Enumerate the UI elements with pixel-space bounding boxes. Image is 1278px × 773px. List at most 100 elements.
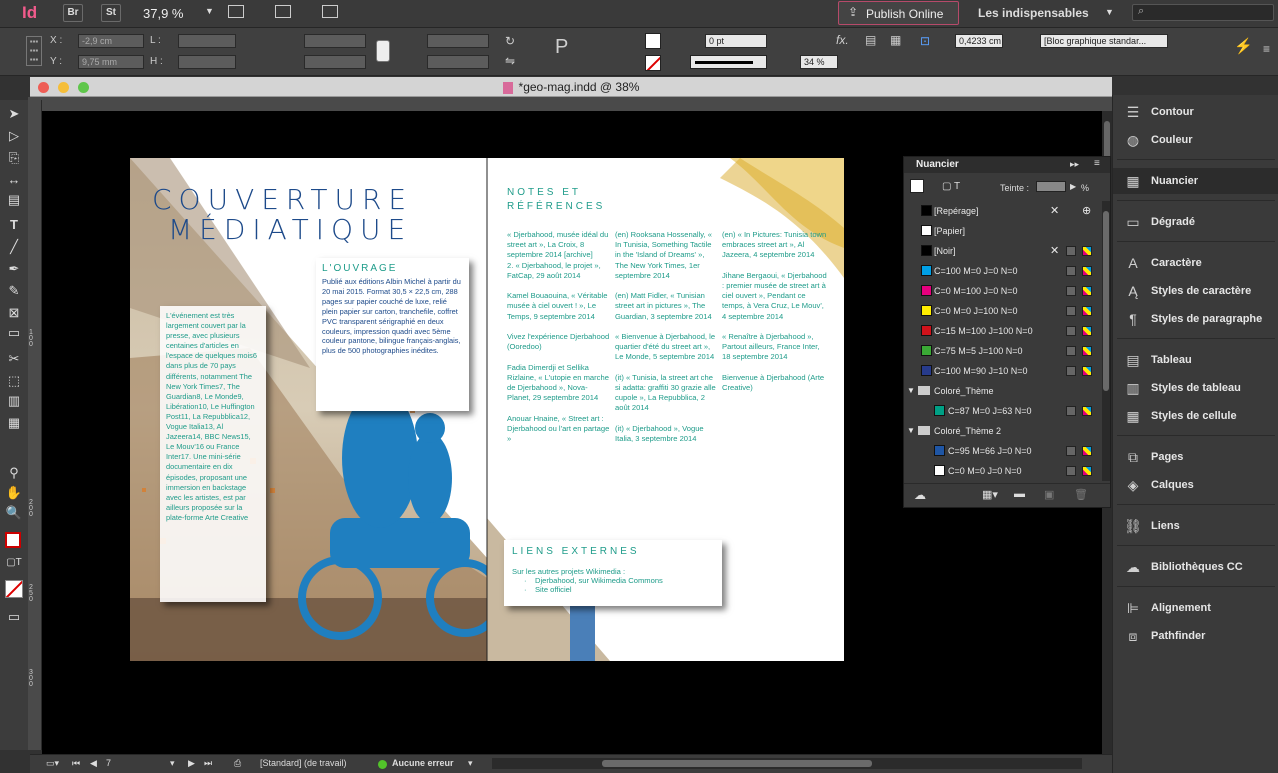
workspace-chevron-icon[interactable]: ▼ bbox=[1105, 7, 1114, 17]
swatch-row[interactable]: C=0 M=0 J=100 N=0 bbox=[904, 301, 1102, 321]
swatch-row[interactable]: C=0 M=100 J=0 N=0 bbox=[904, 281, 1102, 301]
tint-arrow-icon[interactable]: ▶ bbox=[1070, 182, 1076, 191]
page-number-field[interactable]: 7 bbox=[106, 758, 166, 768]
fx-icon[interactable]: fx. bbox=[836, 33, 849, 47]
panel-couleur[interactable]: ◍ Couleur bbox=[1113, 127, 1278, 153]
eyedropper-tool-icon[interactable]: ⚲ bbox=[5, 464, 23, 482]
preview-toggle-icon[interactable]: ▭▾ bbox=[46, 758, 59, 769]
zoom-tool-icon[interactable]: 🔍 bbox=[5, 504, 23, 522]
preflight-profile[interactable]: [Standard] (de travail) bbox=[260, 758, 347, 768]
panel-menu-icon[interactable]: ≡ bbox=[1263, 42, 1270, 56]
view-options-icon[interactable] bbox=[228, 5, 244, 18]
scale-y-field[interactable] bbox=[304, 55, 366, 69]
horizontal-ruler[interactable] bbox=[28, 97, 1112, 111]
stock-button[interactable]: St bbox=[101, 4, 121, 22]
fill-stroke-proxy-icon[interactable] bbox=[5, 532, 21, 548]
panel-degrade[interactable]: ▭ Dégradé bbox=[1113, 209, 1278, 235]
note-tool-icon[interactable]: ▦ bbox=[5, 414, 23, 432]
selection-tool-icon[interactable]: ➤ bbox=[5, 105, 23, 123]
swatch-row[interactable]: C=75 M=5 J=100 N=0 bbox=[904, 341, 1102, 361]
panel-caractere[interactable]: A Caractère bbox=[1113, 250, 1278, 276]
pen-tool-icon[interactable]: ✒ bbox=[5, 260, 23, 278]
panel-nuancier[interactable]: ▦ Nuancier bbox=[1113, 168, 1278, 194]
rectangle-frame-tool-icon[interactable]: ⊠ bbox=[5, 304, 23, 322]
page-tool-icon[interactable]: ⎘ bbox=[5, 149, 23, 167]
text-wrap-icon[interactable]: ▦ bbox=[890, 33, 901, 47]
stroke-type-select[interactable] bbox=[690, 55, 767, 69]
fill-swatch[interactable] bbox=[645, 33, 661, 49]
preflight-status[interactable]: Aucune erreur bbox=[392, 758, 454, 768]
line-tool-icon[interactable]: ╱ bbox=[5, 238, 23, 256]
pencil-tool-icon[interactable]: ✎ bbox=[5, 282, 23, 300]
swatch-group-row[interactable]: ▼ Coloré_Thème 2 bbox=[904, 421, 1102, 441]
show-swatch-kinds-icon[interactable]: ▦▾ bbox=[982, 488, 998, 501]
stroke-swatch-none-icon[interactable] bbox=[645, 55, 661, 71]
last-page-icon[interactable]: ⏭ bbox=[204, 758, 212, 769]
formatting-container-icon[interactable]: ▢T bbox=[5, 554, 23, 572]
gap-tool-icon[interactable]: ↔ bbox=[5, 171, 23, 189]
flip-icon[interactable]: ⇋ bbox=[505, 54, 515, 68]
page-dropdown-icon[interactable]: ▾ bbox=[170, 758, 175, 769]
panel-menu-icon[interactable]: ≡ bbox=[1094, 158, 1100, 169]
workspace-switcher[interactable]: Les indispensables bbox=[978, 6, 1089, 20]
cc-library-icon[interactable]: ☁ bbox=[914, 488, 926, 502]
zoom-level[interactable]: 37,9 % bbox=[143, 6, 183, 21]
screen-mode-icon[interactable] bbox=[275, 5, 291, 18]
swatches-panel-header[interactable]: Nuancier ▸▸ ≡ bbox=[904, 157, 1110, 173]
tint-field[interactable] bbox=[1036, 181, 1066, 192]
panel-bibliotheques-cc[interactable]: ☁ Bibliothèques CC bbox=[1113, 554, 1278, 580]
opacity-field[interactable]: 34 % bbox=[800, 55, 838, 69]
height-field[interactable] bbox=[178, 55, 236, 69]
swatch-row[interactable]: [Noir] ✕ bbox=[904, 241, 1102, 261]
open-page-icon[interactable]: ⎙ bbox=[234, 758, 241, 769]
scissors-tool-icon[interactable]: ✂ bbox=[5, 350, 23, 368]
rotation-field[interactable] bbox=[427, 34, 489, 48]
reference-point-icon[interactable]: ▪▪▪ ▪▪▪ ▪▪▪ bbox=[26, 36, 42, 66]
fill-stroke-toggle-icon[interactable] bbox=[910, 179, 924, 193]
group-expand-icon[interactable]: ▼ bbox=[907, 421, 915, 441]
collapse-panel-icon[interactable]: ▸▸ bbox=[1070, 159, 1079, 170]
paragraph-p-icon[interactable]: P bbox=[555, 37, 568, 57]
zoom-dropdown-icon[interactable]: ▼ bbox=[205, 6, 214, 16]
screen-mode-tool-icon[interactable]: ▭ bbox=[5, 608, 23, 626]
new-color-group-icon[interactable]: ▬ bbox=[1014, 488, 1025, 500]
quick-apply-icon[interactable]: ⚡ bbox=[1234, 39, 1253, 54]
panel-alignement[interactable]: ⊫ Alignement bbox=[1113, 595, 1278, 621]
group-expand-icon[interactable]: ▼ bbox=[907, 381, 915, 401]
minimize-window-icon[interactable] bbox=[58, 82, 69, 93]
align-grid-icon[interactable]: ▤ bbox=[865, 33, 876, 47]
new-swatch-icon[interactable]: ▣ bbox=[1044, 488, 1054, 501]
fit-frame-icon[interactable]: ⊡ bbox=[920, 34, 930, 48]
rotate-icon[interactable]: ↻ bbox=[505, 34, 515, 48]
direct-selection-tool-icon[interactable]: ▷ bbox=[5, 127, 23, 145]
panel-liens[interactable]: ⛓ Liens bbox=[1113, 513, 1278, 539]
external-link-item[interactable]: · Djerbahood, sur Wikimedia Commons bbox=[512, 576, 714, 585]
panel-styles-paragraphe[interactable]: ¶ Styles de paragraphe bbox=[1113, 306, 1278, 332]
zoom-window-icon[interactable] bbox=[78, 82, 89, 93]
close-window-icon[interactable] bbox=[38, 82, 49, 93]
swatch-row[interactable]: C=87 M=0 J=63 N=0 bbox=[904, 401, 1102, 421]
y-field[interactable]: 9,75 mm bbox=[78, 55, 144, 69]
press-coverage-box[interactable]: L'événement est très largement couvert p… bbox=[160, 306, 266, 602]
swatch-row[interactable]: [Papier] bbox=[904, 221, 1102, 241]
hand-tool-icon[interactable]: ✋ bbox=[5, 484, 23, 502]
next-page-icon[interactable]: ▶ bbox=[188, 758, 195, 769]
swatch-row[interactable]: C=15 M=100 J=100 N=0 bbox=[904, 321, 1102, 341]
swatch-row[interactable]: C=100 M=90 J=10 N=0 bbox=[904, 361, 1102, 381]
external-links-box[interactable]: LIENS EXTERNES Sur les autres projets Wi… bbox=[504, 540, 722, 606]
content-collector-icon[interactable]: ▤ bbox=[5, 191, 23, 209]
container-format-icon[interactable]: ▢ T bbox=[942, 181, 960, 192]
panel-tableau[interactable]: ▤ Tableau bbox=[1113, 347, 1278, 373]
panel-pages[interactable]: ⧉ Pages bbox=[1113, 444, 1278, 470]
object-style-select[interactable]: [Bloc graphique standar... bbox=[1040, 34, 1168, 48]
panel-contour[interactable]: ☰ Contour bbox=[1113, 99, 1278, 125]
horizontal-scrollbar[interactable] bbox=[492, 758, 1082, 769]
x-field[interactable]: -2,9 cm bbox=[78, 34, 144, 48]
gap-field[interactable]: 0,4233 cm bbox=[955, 34, 1003, 48]
panel-calques[interactable]: ◈ Calques bbox=[1113, 472, 1278, 498]
external-link-item[interactable]: · Site officiel bbox=[512, 585, 714, 594]
panel-pathfinder[interactable]: ⧈ Pathfinder bbox=[1113, 623, 1278, 649]
scale-x-field[interactable] bbox=[304, 34, 366, 48]
gradient-tool-icon[interactable]: ▥ bbox=[5, 392, 23, 410]
swatch-group-row[interactable]: ▼ Coloré_Thème bbox=[904, 381, 1102, 401]
